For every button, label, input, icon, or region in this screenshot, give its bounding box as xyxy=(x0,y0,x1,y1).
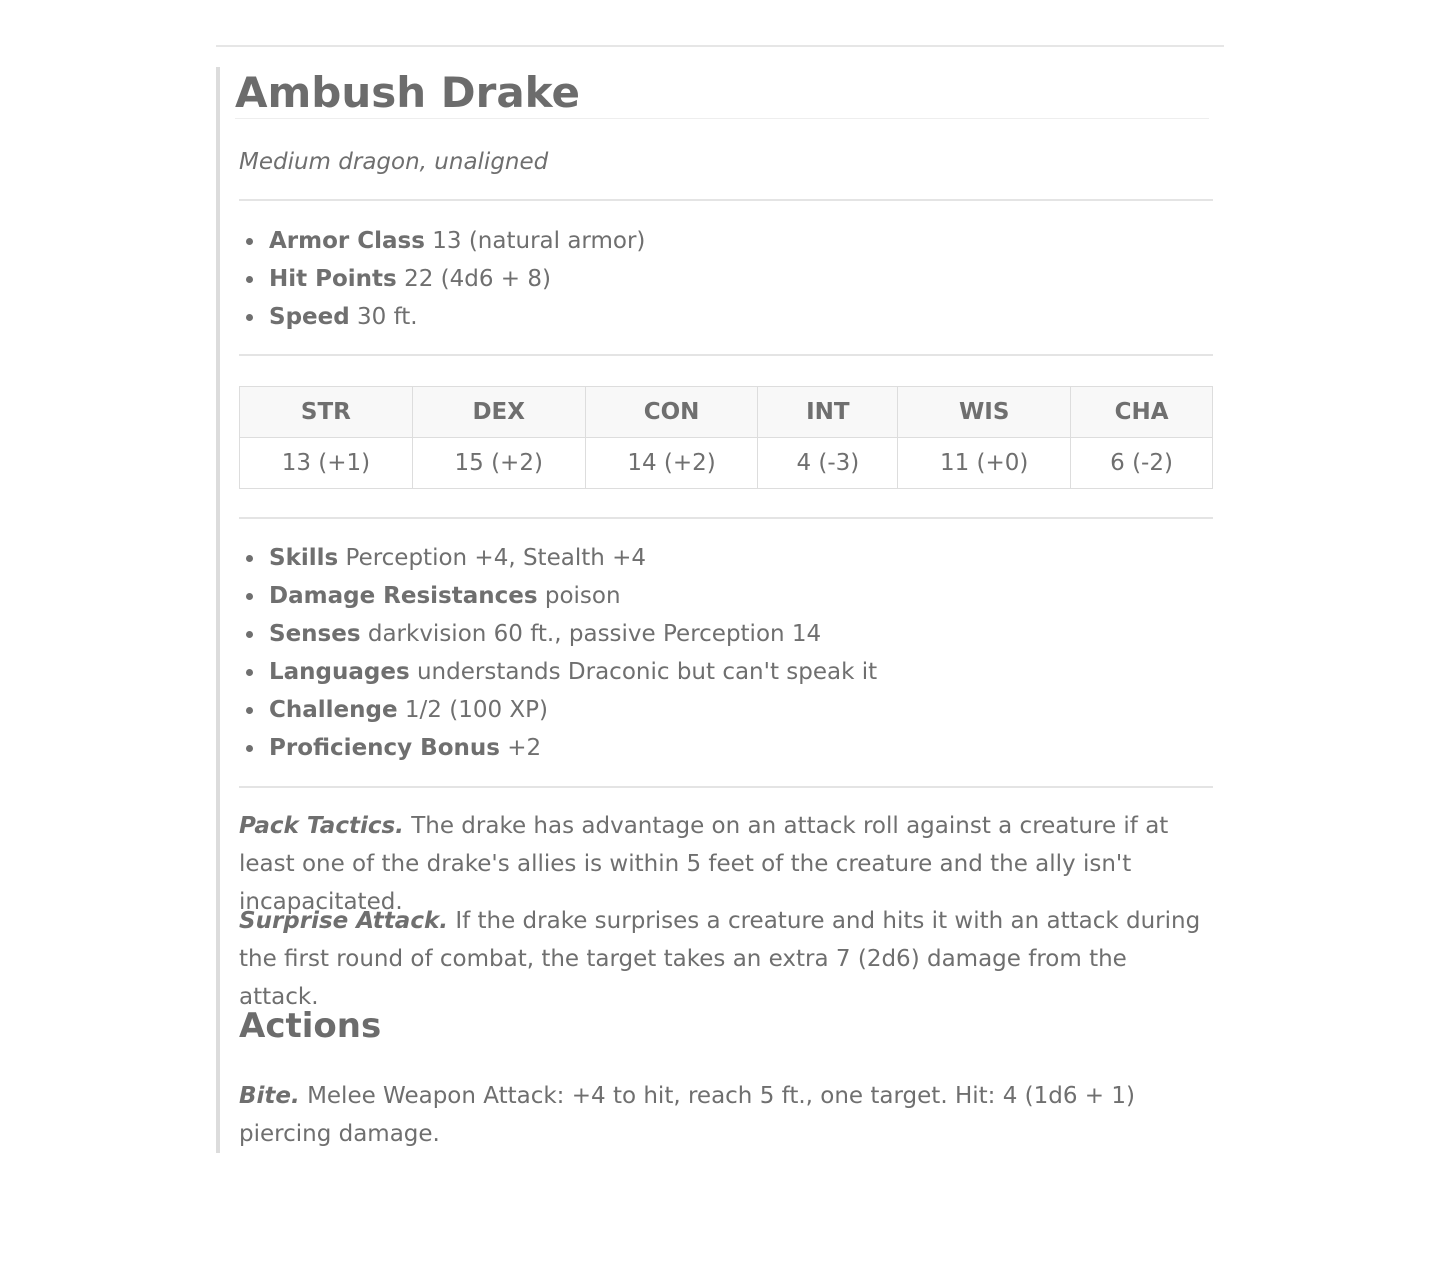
property-label: Proficiency Bonus xyxy=(269,735,500,761)
score-cha: 6 (-2) xyxy=(1070,437,1213,489)
divider xyxy=(239,517,1213,519)
action-name: Bite. xyxy=(239,1083,300,1109)
score-str: 13 (+1) xyxy=(239,437,413,489)
list-item-armor-class: Armor Class 13 (natural armor) xyxy=(245,222,646,260)
property-value: poison xyxy=(544,583,621,609)
property-label: Hit Points xyxy=(269,266,397,292)
column-header-cha: CHA xyxy=(1070,386,1213,438)
list-item-senses: Senses darkvision 60 ft., passive Percep… xyxy=(245,615,877,653)
property-value: +2 xyxy=(507,735,542,761)
property-value: 13 (natural armor) xyxy=(432,228,646,254)
list-item-languages: Languages understands Draconic but can't… xyxy=(245,653,878,691)
column-header-wis: WIS xyxy=(897,386,1072,438)
list-item-speed: Speed 30 ft. xyxy=(245,298,645,336)
page: Ambush Drake Medium dragon, unaligned Ar… xyxy=(0,0,1440,1272)
table-row: 13 (+1) 15 (+2) 14 (+2) 4 (-3) 11 (+0) 6… xyxy=(239,437,1213,489)
action-text: Melee Weapon Attack: +4 to hit, reach 5 … xyxy=(239,1083,1135,1147)
property-label: Skills xyxy=(269,545,339,571)
property-label: Languages xyxy=(269,659,410,685)
divider xyxy=(239,354,1213,356)
stat-block: Ambush Drake Medium dragon, unaligned Ar… xyxy=(216,67,1213,1153)
property-label: Senses xyxy=(269,621,361,647)
divider xyxy=(239,786,1213,788)
details-list: Skills Perception +4, Stealth +4 Damage … xyxy=(239,539,877,767)
trait-surprise-attack: Surprise Attack. If the drake surprises … xyxy=(239,902,1213,1016)
score-con: 14 (+2) xyxy=(584,437,759,489)
monster-type-line: Medium dragon, unaligned xyxy=(239,149,549,175)
property-value: 1/2 (100 XP) xyxy=(404,697,549,723)
list-item-hit-points: Hit Points 22 (4d6 + 8) xyxy=(245,260,645,298)
column-header-int: INT xyxy=(757,386,899,438)
trait-name: Surprise Attack. xyxy=(239,908,448,934)
score-wis: 11 (+0) xyxy=(897,437,1072,489)
property-value: 30 ft. xyxy=(357,304,418,330)
divider xyxy=(239,199,1213,201)
property-value: darkvision 60 ft., passive Perception 14 xyxy=(367,621,822,647)
column-header-str: STR xyxy=(239,386,413,438)
list-item-proficiency-bonus: Proficiency Bonus +2 xyxy=(245,729,877,767)
property-label: Damage Resistances xyxy=(269,583,538,609)
trait-name: Pack Tactics. xyxy=(239,813,404,839)
list-item-damage-resistances: Damage Resistances poison xyxy=(245,577,877,615)
basic-properties-list: Armor Class 13 (natural armor) Hit Point… xyxy=(239,222,645,336)
score-int: 4 (-3) xyxy=(757,437,899,489)
action-bite: Bite. Melee Weapon Attack: +4 to hit, re… xyxy=(239,1077,1213,1153)
column-header-dex: DEX xyxy=(411,386,586,438)
property-value: understands Draconic but can't speak it xyxy=(416,659,878,685)
property-label: Armor Class xyxy=(269,228,425,254)
column-header-con: CON xyxy=(584,386,759,438)
ability-scores-table: STR DEX CON INT WIS CHA 13 (+1) 15 (+2) … xyxy=(239,386,1213,489)
score-dex: 15 (+2) xyxy=(411,437,586,489)
monster-name: Ambush Drake xyxy=(235,67,1209,119)
property-value: Perception +4, Stealth +4 xyxy=(345,545,647,571)
top-divider xyxy=(216,45,1224,47)
property-label: Challenge xyxy=(269,697,398,723)
property-value: 22 (4d6 + 8) xyxy=(404,266,551,292)
list-item-skills: Skills Perception +4, Stealth +4 xyxy=(245,539,877,577)
list-item-challenge: Challenge 1/2 (100 XP) xyxy=(245,691,877,729)
actions-heading: Actions xyxy=(239,1006,382,1046)
table-header-row: STR DEX CON INT WIS CHA xyxy=(239,386,1213,438)
property-label: Speed xyxy=(269,304,350,330)
